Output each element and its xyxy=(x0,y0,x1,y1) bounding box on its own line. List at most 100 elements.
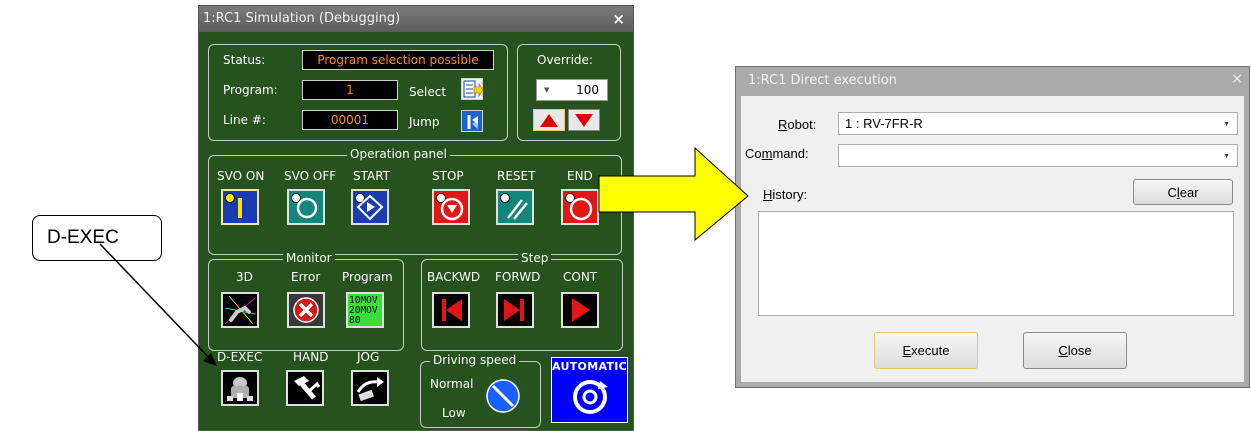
direct-execution-body: Robot: 1 : RV-7FR-R ▼ Command: ▼ History… xyxy=(741,96,1244,382)
power-toggle-icon xyxy=(223,191,257,223)
select-label: Select xyxy=(409,85,447,99)
history-list[interactable] xyxy=(758,211,1234,316)
close-button[interactable]: Close xyxy=(1023,332,1127,369)
backwd-label: BACKWD xyxy=(427,270,481,284)
hand-button[interactable] xyxy=(286,370,324,406)
select-program-icon[interactable] xyxy=(461,78,484,100)
reset-button[interactable] xyxy=(496,189,534,225)
svo-off-label: SVO OFF xyxy=(284,169,337,183)
override-up-button[interactable] xyxy=(533,109,565,131)
clear-button[interactable]: Cl ear xyxy=(1133,179,1233,205)
direct-execution-titlebar[interactable]: 1:RC1 Direct execution × xyxy=(736,67,1249,95)
program-preview: 10MOV 20MOV 80 •••• xyxy=(348,294,382,327)
speed-normal-label: Normal xyxy=(430,377,474,391)
robot-label: Robot: xyxy=(778,117,816,132)
jog-label: JOG xyxy=(357,350,380,364)
chevron-down-icon: ▼ xyxy=(1223,121,1230,128)
jump-icon[interactable] xyxy=(461,110,483,132)
callout-text: D-EXEC xyxy=(47,227,119,248)
start-button[interactable] xyxy=(351,189,389,225)
error-label: Error xyxy=(291,270,321,284)
cont-label: CONT xyxy=(563,270,598,284)
robot-value: 1 : RV-7FR-R xyxy=(845,116,923,131)
hand-gripper-icon xyxy=(288,372,322,404)
d-exec-button[interactable] xyxy=(221,370,259,406)
automatic-indicator[interactable]: AUTOMATIC xyxy=(551,357,628,423)
direct-execution-window: 1:RC1 Direct execution × Robot: 1 : RV-7… xyxy=(735,66,1250,388)
simulation-titlebar[interactable]: 1:RC1 Simulation (Debugging) × xyxy=(199,6,633,32)
program-monitor-button[interactable]: 10MOV 20MOV 80 •••• xyxy=(346,292,384,328)
reset-slash-icon xyxy=(498,191,532,223)
jump-label: Jump xyxy=(409,115,440,129)
robot-select[interactable]: 1 : RV-7FR-R ▼ xyxy=(838,112,1238,135)
execute-label-mnemonic: E xyxy=(902,343,912,358)
select-program-icon-graphic xyxy=(463,80,484,98)
robot-label-rest: obot: xyxy=(787,117,817,132)
status-text: Program selection possible xyxy=(317,53,479,67)
jog-icon xyxy=(353,372,387,404)
line-number-field[interactable]: 00001 xyxy=(302,110,398,130)
close-icon[interactable]: × xyxy=(1231,67,1243,91)
command-input[interactable]: ▼ xyxy=(838,144,1238,167)
circle-off-icon xyxy=(289,191,323,223)
forwd-button[interactable] xyxy=(496,292,534,328)
end-label: END xyxy=(567,169,593,183)
command-label: Command: xyxy=(745,146,809,161)
3d-monitor-button[interactable] xyxy=(221,292,259,328)
backwd-button[interactable] xyxy=(432,292,470,328)
svo-off-button[interactable] xyxy=(287,189,325,225)
step-backward-icon xyxy=(434,294,468,326)
step-title: Step xyxy=(518,251,552,265)
program-number-text: 1 xyxy=(346,83,354,97)
chevron-down-icon: ▼ xyxy=(544,86,550,94)
error-x-icon xyxy=(289,294,323,326)
3d-label: 3D xyxy=(236,270,253,284)
status-value: Program selection possible xyxy=(302,50,494,70)
start-diamond-icon xyxy=(353,191,387,223)
execute-label-rest: xecute xyxy=(911,343,950,358)
override-label: Override: xyxy=(537,53,593,67)
driving-speed-title: Driving speed xyxy=(430,353,520,367)
d-exec-label: D-EXEC xyxy=(217,350,263,364)
direct-execution-title: 1:RC1 Direct execution xyxy=(748,73,897,88)
start-label: START xyxy=(353,169,391,183)
command-label-text: Co xyxy=(745,146,762,161)
end-circle-icon xyxy=(563,191,597,223)
robot-label-mnemonic: R xyxy=(778,117,788,132)
close-icon[interactable]: × xyxy=(612,6,625,32)
execute-button[interactable]: Execute xyxy=(874,332,978,369)
end-button[interactable] xyxy=(561,189,599,225)
svo-on-label: SVO ON xyxy=(217,169,265,183)
speed-dial-icon[interactable] xyxy=(485,378,521,414)
error-monitor-button[interactable] xyxy=(287,292,325,328)
program-monitor-label: Program xyxy=(342,270,393,284)
close-label-rest: lose xyxy=(1067,343,1092,358)
operation-panel-group xyxy=(208,155,622,255)
jump-icon-graphic xyxy=(465,114,481,130)
operation-panel-title: Operation panel xyxy=(347,147,450,161)
history-label: History: xyxy=(763,187,807,202)
jog-button[interactable] xyxy=(351,370,389,406)
program-preview-line: 80 •••• xyxy=(349,315,372,327)
cont-button[interactable] xyxy=(561,292,599,328)
svo-on-button[interactable] xyxy=(221,189,259,225)
reset-label: RESET xyxy=(497,169,536,183)
stop-button[interactable] xyxy=(432,189,470,225)
override-value: 100 xyxy=(576,83,599,97)
chevron-down-icon: ▼ xyxy=(1223,153,1230,160)
monitor-title: Monitor xyxy=(283,251,335,265)
robot-3d-icon xyxy=(223,294,257,326)
triangle-up-icon xyxy=(540,114,558,127)
hand-label: HAND xyxy=(293,350,329,364)
command-label-mnemonic: m xyxy=(761,146,773,161)
override-dropdown[interactable]: ▼ 100 xyxy=(536,79,608,101)
clear-label-text: C xyxy=(1167,184,1177,200)
stop-icon xyxy=(434,191,468,223)
forwd-label: FORWD xyxy=(495,270,541,284)
override-down-button[interactable] xyxy=(568,109,600,131)
program-label: Program: xyxy=(223,83,278,97)
robot-direct-exec-icon xyxy=(223,372,257,404)
program-number-field[interactable]: 1 xyxy=(302,80,398,100)
driving-speed-group xyxy=(420,361,541,428)
status-label: Status: xyxy=(223,53,266,67)
